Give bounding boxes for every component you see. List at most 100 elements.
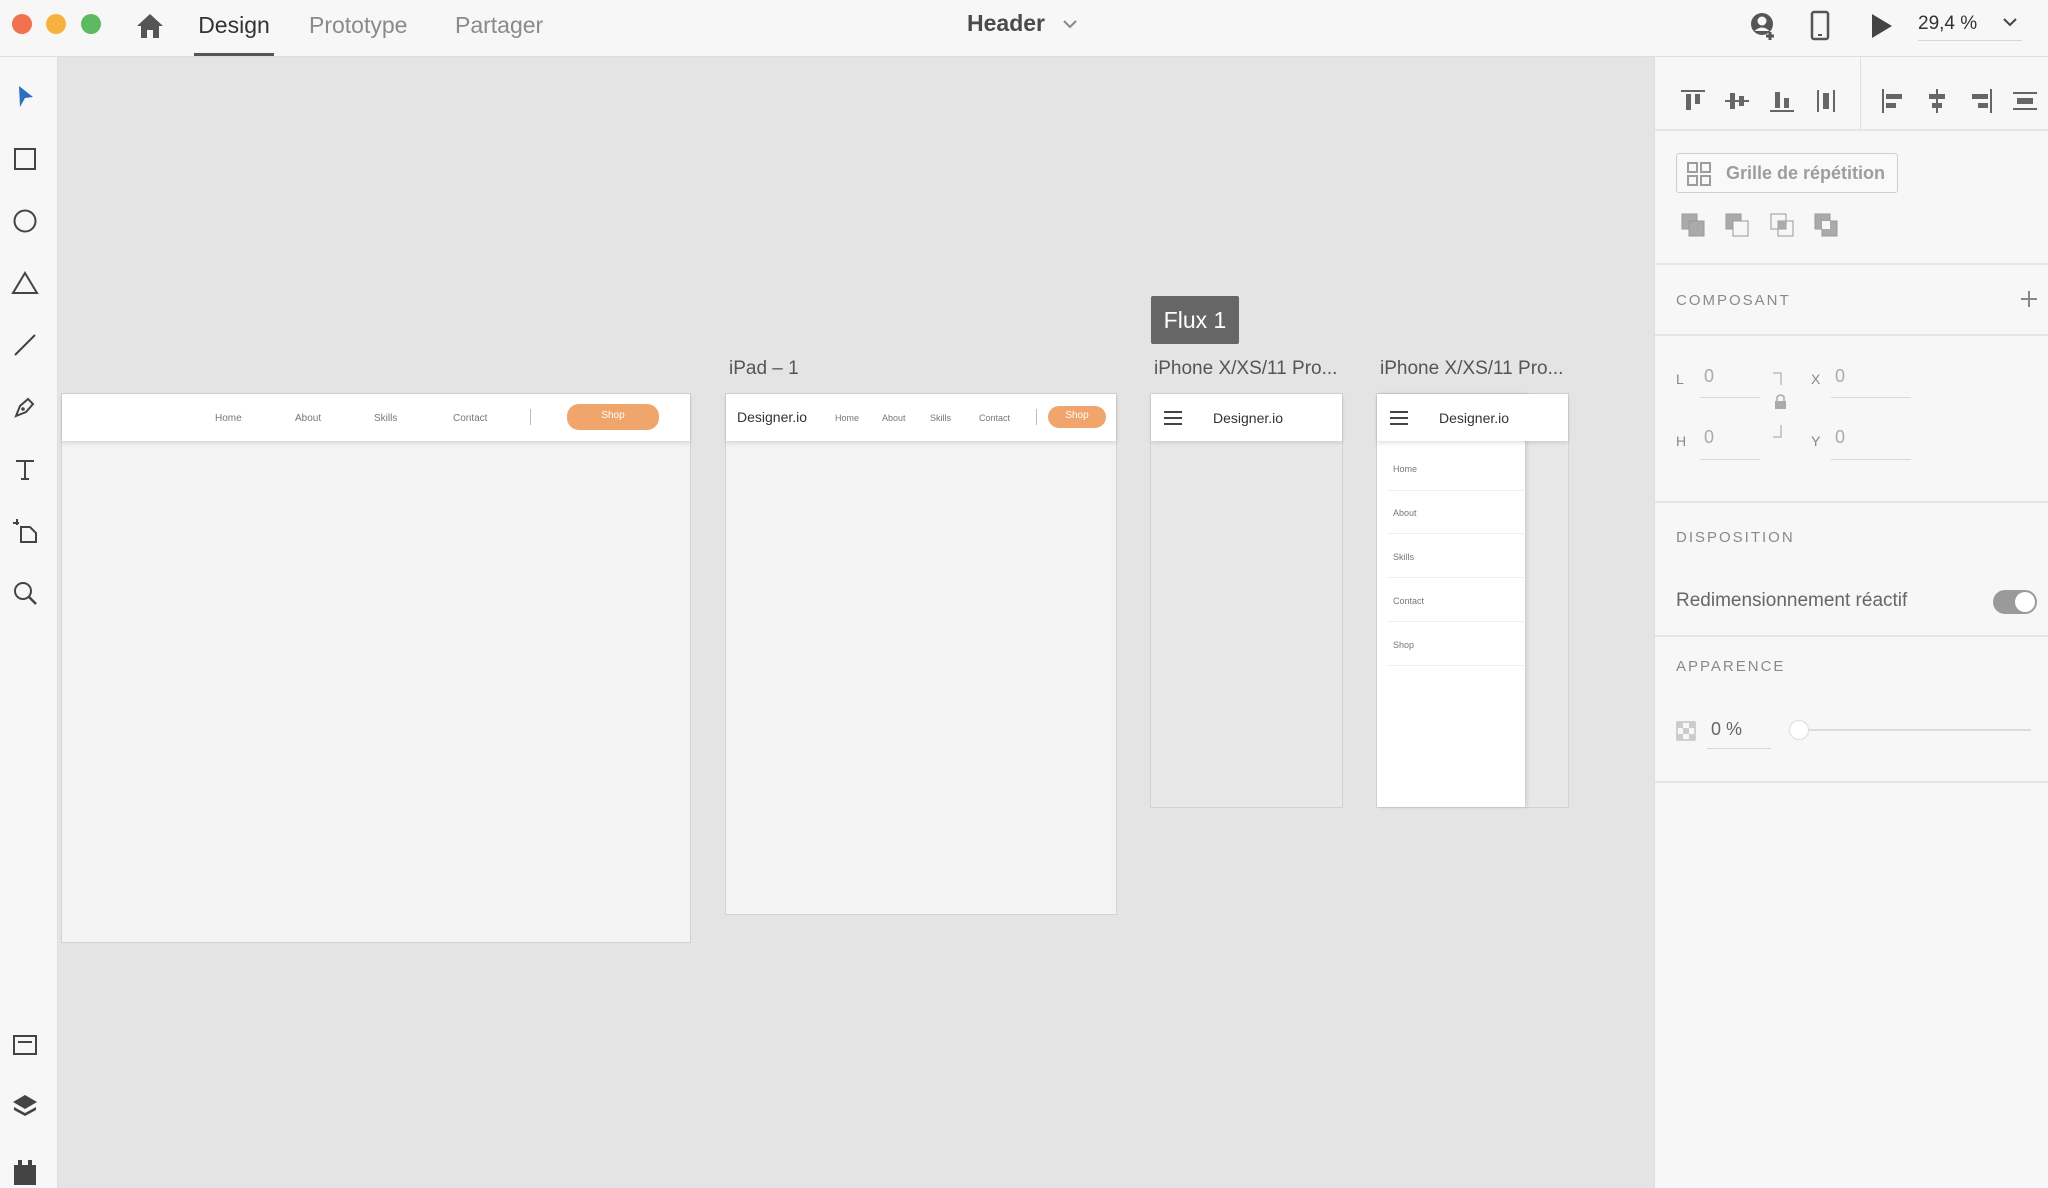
artboard-iphone-1[interactable]: Designer.io bbox=[1150, 393, 1343, 808]
width-label: L bbox=[1676, 371, 1684, 387]
zoom-value[interactable]: 29,4 % bbox=[1918, 13, 1977, 35]
user-share-icon[interactable] bbox=[1748, 10, 1780, 42]
home-icon bbox=[137, 14, 163, 38]
property-inspector: Grille de répétition COMPOSANT L 0 H 0 X… bbox=[1654, 57, 2048, 1188]
pen-tool[interactable] bbox=[9, 391, 41, 423]
ipad-header: Designer.io Home About Skills Contact Sh… bbox=[726, 394, 1116, 441]
opacity-slider-handle[interactable] bbox=[1789, 720, 1809, 740]
document-title[interactable]: Header bbox=[967, 10, 1045, 37]
nav-link-home: Home bbox=[215, 413, 242, 424]
zoom-tool[interactable] bbox=[9, 577, 41, 609]
toggle-knob bbox=[2015, 592, 2035, 612]
align-center-icon[interactable] bbox=[1923, 87, 1951, 115]
top-bar: Design Prototype Partager Header 29,4 % bbox=[0, 0, 2048, 57]
boolean-add-icon[interactable] bbox=[1679, 211, 1707, 239]
tab-partager[interactable]: Partager bbox=[455, 12, 543, 56]
iphone-2-brand: Designer.io bbox=[1439, 410, 1510, 426]
artboard-tool[interactable] bbox=[9, 515, 41, 547]
nav-divider bbox=[530, 409, 531, 425]
x-label: X bbox=[1811, 371, 1821, 387]
ipad-nav-divider bbox=[1036, 409, 1037, 425]
tab-design[interactable]: Design bbox=[194, 12, 274, 56]
panel-divider bbox=[1655, 263, 2048, 265]
triangle-tool[interactable] bbox=[9, 267, 41, 299]
tab-prototype[interactable]: Prototype bbox=[309, 12, 407, 56]
rectangle-tool[interactable] bbox=[9, 143, 41, 175]
select-icon bbox=[19, 86, 33, 107]
play-icon[interactable] bbox=[1868, 10, 1896, 42]
artboard-ipad[interactable]: Designer.io Home About Skills Contact Sh… bbox=[725, 393, 1117, 915]
lock-aspect-icon[interactable] bbox=[1771, 371, 1789, 457]
y-field[interactable]: 0 bbox=[1835, 427, 1845, 448]
distribute-vertical-icon[interactable] bbox=[1812, 87, 1840, 115]
flow-badge[interactable]: Flux 1 bbox=[1151, 296, 1239, 344]
artboard-label-iphone-2[interactable]: iPhone X/XS/11 Pro... bbox=[1380, 358, 1563, 380]
layers-button[interactable] bbox=[9, 1090, 41, 1122]
tab-partager-label: Partager bbox=[455, 12, 544, 38]
align-top-icon[interactable] bbox=[1679, 87, 1707, 115]
document-title-label: Header bbox=[967, 10, 1045, 36]
height-underline bbox=[1700, 459, 1760, 460]
artboard-label-ipad[interactable]: iPad – 1 bbox=[729, 358, 799, 380]
responsive-resize-toggle[interactable] bbox=[1993, 590, 2037, 614]
select-tool[interactable] bbox=[9, 81, 41, 113]
plugins-button[interactable] bbox=[9, 1155, 41, 1187]
menu-item-contact: Contact bbox=[1393, 596, 1425, 606]
menu-divider bbox=[1387, 665, 1524, 666]
panel-divider bbox=[1655, 781, 2048, 783]
repeat-grid-icon bbox=[1687, 162, 1711, 186]
active-tab-indicator bbox=[194, 53, 274, 56]
tab-prototype-label: Prototype bbox=[309, 12, 408, 38]
text-tool[interactable] bbox=[9, 453, 41, 485]
ipad-nav-link-skills: Skills bbox=[930, 413, 952, 423]
window-close-button[interactable] bbox=[12, 14, 32, 34]
artboard-desktop[interactable]: Home About Skills Contact Shop bbox=[61, 393, 691, 943]
opacity-field[interactable]: 0 % bbox=[1711, 719, 1742, 740]
panel-divider bbox=[1655, 501, 2048, 503]
height-label: H bbox=[1676, 433, 1687, 449]
window-minimize-button[interactable] bbox=[46, 14, 66, 34]
appearance-section-title: APPARENCE bbox=[1676, 658, 1786, 675]
ipad-brand: Designer.io bbox=[737, 409, 808, 425]
width-field[interactable]: 0 bbox=[1704, 366, 1714, 387]
home-button[interactable] bbox=[134, 10, 166, 42]
align-middle-icon[interactable] bbox=[1723, 87, 1751, 115]
x-underline bbox=[1831, 397, 1911, 398]
x-field[interactable]: 0 bbox=[1835, 366, 1845, 387]
line-tool[interactable] bbox=[9, 329, 41, 361]
align-left-icon[interactable] bbox=[1879, 87, 1907, 115]
menu-item-home: Home bbox=[1393, 464, 1418, 474]
boolean-exclude-icon[interactable] bbox=[1812, 211, 1840, 239]
assets-icon bbox=[13, 1035, 37, 1055]
triangle-icon bbox=[11, 271, 39, 294]
artboard-iphone-2[interactable]: Home About Skills Contact Shop Designer.… bbox=[1376, 393, 1569, 808]
menu-divider bbox=[1387, 490, 1524, 491]
ipad-nav-link-contact: Contact bbox=[979, 413, 1011, 423]
panel-divider bbox=[1655, 635, 2048, 637]
artboard-label-iphone-1[interactable]: iPhone X/XS/11 Pro... bbox=[1154, 358, 1337, 380]
iphone-1-header: Designer.io bbox=[1151, 394, 1342, 441]
panel-divider bbox=[1655, 129, 2048, 131]
tab-design-label: Design bbox=[198, 12, 270, 38]
height-field[interactable]: 0 bbox=[1704, 427, 1714, 448]
add-component-icon[interactable] bbox=[2019, 289, 2039, 309]
boolean-subtract-icon[interactable] bbox=[1723, 211, 1751, 239]
align-right-icon[interactable] bbox=[1967, 87, 1995, 115]
opacity-slider-track[interactable] bbox=[1795, 729, 2031, 731]
mobile-preview-icon[interactable] bbox=[1809, 10, 1831, 42]
nav-link-skills: Skills bbox=[374, 413, 398, 424]
layout-section-title: DISPOSITION bbox=[1676, 529, 1795, 546]
distribute-horizontal-icon[interactable] bbox=[2011, 87, 2039, 115]
boolean-intersect-icon[interactable] bbox=[1768, 211, 1796, 239]
responsive-resize-label: Redimensionnement réactif bbox=[1676, 590, 1908, 611]
align-bottom-icon[interactable] bbox=[1768, 87, 1796, 115]
repeat-grid-button[interactable]: Grille de répétition bbox=[1676, 153, 1898, 193]
window-maximize-button[interactable] bbox=[81, 14, 101, 34]
iphone-2-menu-panel: Home About Skills Contact Shop bbox=[1377, 394, 1525, 807]
assets-button[interactable] bbox=[9, 1029, 41, 1061]
desktop-header: Home About Skills Contact Shop bbox=[62, 394, 690, 441]
zoom-chevron-down-icon[interactable] bbox=[2002, 16, 2018, 28]
ipad-nav-link-home: Home bbox=[835, 413, 860, 423]
ellipse-tool[interactable] bbox=[9, 205, 41, 237]
chevron-down-icon[interactable] bbox=[1062, 18, 1078, 30]
